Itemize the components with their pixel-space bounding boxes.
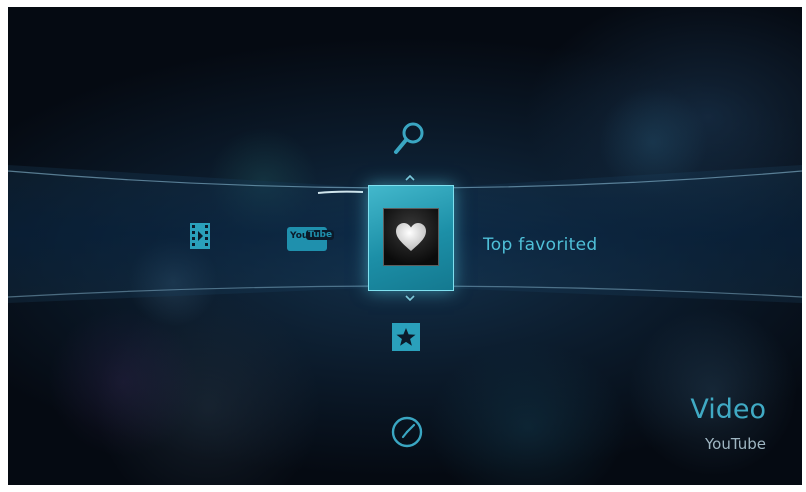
star-glyph [396, 328, 416, 346]
heart-icon [396, 223, 426, 251]
section-title: Video [690, 394, 766, 425]
selected-option-tile[interactable] [368, 185, 454, 291]
film-icon[interactable] [189, 222, 211, 250]
youtube-logo-tube: Tube [306, 230, 335, 240]
clock-icon[interactable] [390, 415, 424, 449]
section-subtitle: YouTube [705, 435, 766, 453]
chevron-up-icon[interactable] [404, 174, 416, 182]
star-icon[interactable] [392, 323, 420, 351]
screen: You Tube Top favorited Video YouTube [8, 7, 802, 485]
chevron-down-icon[interactable] [404, 294, 416, 302]
bokeh-light [48, 307, 198, 457]
selected-option-label: Top favorited [483, 235, 598, 255]
search-icon[interactable] [392, 119, 428, 159]
youtube-logo-icon[interactable]: You Tube [287, 227, 335, 251]
selected-option-icon-frame [383, 208, 439, 266]
